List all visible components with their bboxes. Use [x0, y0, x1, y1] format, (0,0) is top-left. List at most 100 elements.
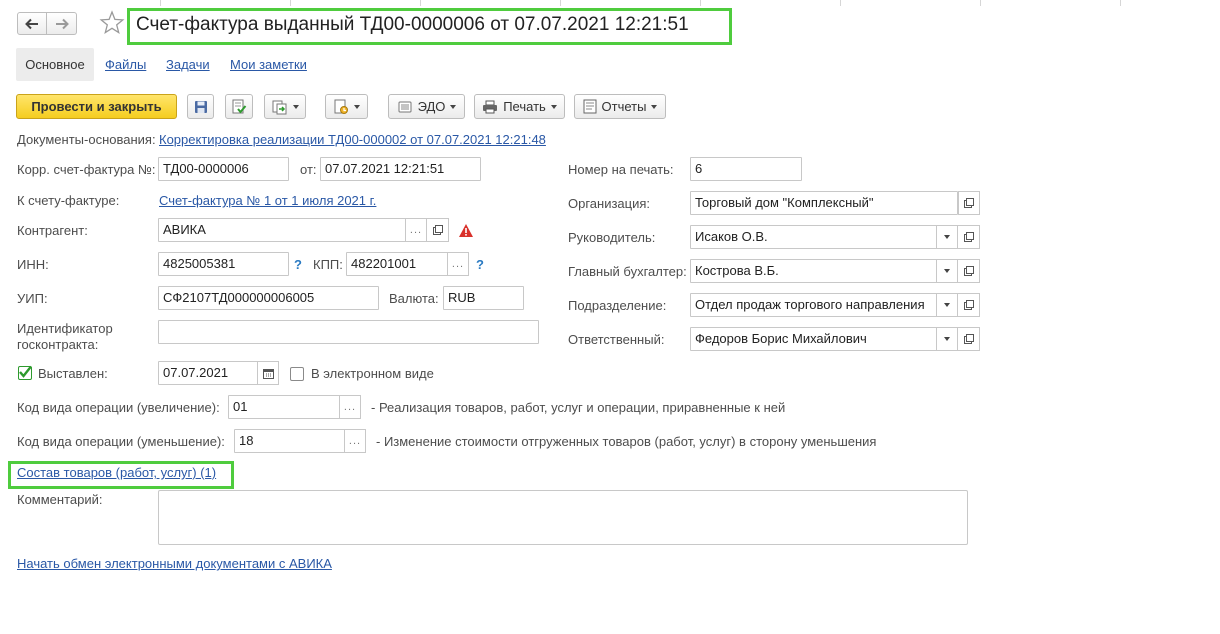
comment-label: Комментарий: — [17, 492, 103, 507]
department-label: Подразделение: — [568, 298, 667, 313]
forward-button[interactable] — [47, 12, 77, 35]
page-title: Счет-фактура выданный ТД00-0000006 от 07… — [136, 14, 689, 35]
op-code-inc-description: - Реализация товаров, работ, услуг и опе… — [371, 400, 786, 415]
tab-files[interactable]: Файлы — [105, 57, 146, 72]
contract-id-label-line2: госконтракта: — [17, 337, 99, 352]
op-code-dec-label: Код вида операции (уменьшение): — [17, 434, 225, 449]
back-button[interactable] — [17, 12, 47, 35]
tab-notes[interactable]: Мои заметки — [230, 57, 307, 72]
printer-icon — [483, 100, 498, 113]
checkmark-icon — [19, 365, 32, 378]
manager-field[interactable]: Исаков О.В. — [690, 225, 937, 249]
department-field[interactable]: Отдел продаж торгового направления — [690, 293, 937, 317]
inn-field[interactable]: 4825005381 — [158, 252, 289, 276]
open-icon — [432, 225, 443, 235]
manager-dropdown-button[interactable] — [936, 225, 958, 249]
post-and-close-button[interactable]: Провести и закрыть — [16, 94, 177, 119]
department-open-button[interactable] — [958, 293, 980, 317]
ellipsis-icon: ... — [409, 224, 423, 236]
op-code-inc-field[interactable]: 01 — [228, 395, 340, 419]
electronic-checkbox[interactable] — [290, 367, 304, 381]
edo-label: ЭДО — [417, 99, 446, 114]
accountant-label: Главный бухгалтер: — [568, 264, 687, 279]
contract-id-label-line1: Идентификатор — [17, 321, 113, 336]
contract-id-field[interactable] — [158, 320, 539, 344]
reports-button[interactable]: Отчеты — [574, 94, 666, 119]
warning-icon — [459, 224, 473, 237]
top-strip — [0, 0, 1220, 8]
inn-help-icon[interactable]: ? — [294, 257, 302, 272]
counterparty-label: Контрагент: — [17, 223, 88, 238]
arrow-right-icon — [55, 18, 69, 29]
arrow-left-icon — [25, 18, 38, 29]
goods-list-link[interactable]: Состав товаров (работ, услуг) (1) — [17, 465, 216, 480]
currency-field[interactable]: RUB — [443, 286, 524, 310]
responsible-field[interactable]: Федоров Борис Михайлович — [690, 327, 937, 351]
accountant-open-button[interactable] — [958, 259, 980, 283]
chevron-down-icon — [944, 337, 950, 341]
kpp-field[interactable]: 482201001 — [346, 252, 448, 276]
title-highlight: Счет-фактура выданный ТД00-0000006 от 07… — [127, 8, 732, 45]
chevron-down-icon — [944, 269, 950, 273]
chevron-down-icon — [944, 303, 950, 307]
save-icon — [194, 100, 207, 113]
create-based-on-button[interactable] — [264, 94, 306, 119]
corr-invoice-label: Корр. счет-фактура №: — [17, 162, 156, 177]
create-based-icon — [272, 100, 286, 114]
issued-date-field[interactable]: 07.07.2021 — [158, 361, 258, 385]
to-invoice-label: К счету-фактуре: — [17, 193, 120, 208]
issued-label: Выставлен: — [38, 366, 108, 381]
op-code-dec-field[interactable]: 18 — [234, 429, 345, 453]
open-icon — [963, 300, 974, 310]
open-icon — [963, 232, 974, 242]
op-code-inc-select-button[interactable]: ... — [339, 395, 361, 419]
op-code-dec-select-button[interactable]: ... — [344, 429, 366, 453]
calendar-button[interactable] — [257, 361, 279, 385]
base-docs-label: Документы-основания: — [17, 132, 156, 147]
favorite-star-icon[interactable] — [98, 9, 126, 37]
accountant-dropdown-button[interactable] — [936, 259, 958, 283]
responsible-open-button[interactable] — [958, 327, 980, 351]
post-button[interactable] — [225, 94, 253, 119]
electronic-label: В электронном виде — [311, 366, 434, 381]
kpp-label: КПП: — [313, 257, 343, 272]
base-docs-link[interactable]: Корректировка реализации ТД00-000002 от … — [159, 132, 546, 147]
counterparty-select-button[interactable]: ... — [405, 218, 427, 242]
open-icon — [963, 334, 974, 344]
chevron-down-icon — [651, 104, 658, 109]
tab-tasks[interactable]: Задачи — [166, 57, 210, 72]
counterparty-open-button[interactable] — [427, 218, 449, 242]
edo-button[interactable]: ЭДО — [388, 94, 465, 119]
document-structure-icon — [334, 99, 348, 114]
save-button[interactable] — [187, 94, 214, 119]
print-number-field[interactable]: 6 — [690, 157, 802, 181]
org-field[interactable]: Торговый дом "Комплексный" — [690, 191, 958, 215]
kpp-help-icon[interactable]: ? — [476, 257, 484, 272]
to-invoice-link[interactable]: Счет-фактура № 1 от 1 июля 2021 г. — [159, 193, 376, 208]
print-button[interactable]: Печать — [474, 94, 565, 119]
accountant-field[interactable]: Кострова В.Б. — [690, 259, 937, 283]
uip-field[interactable]: СФ2107ТД000000006005 — [158, 286, 379, 310]
ellipsis-icon: ... — [343, 401, 357, 413]
chevron-down-icon — [292, 104, 299, 109]
department-dropdown-button[interactable] — [936, 293, 958, 317]
chevron-down-icon — [550, 104, 557, 109]
org-open-button[interactable] — [958, 191, 980, 215]
responsible-dropdown-button[interactable] — [936, 327, 958, 351]
start-exchange-link[interactable]: Начать обмен электронными документами с … — [17, 556, 332, 571]
chevron-down-icon — [944, 235, 950, 239]
edo-icon — [398, 101, 412, 112]
corr-invoice-date-field[interactable]: 07.07.2021 12:21:51 — [320, 157, 481, 181]
comment-field[interactable] — [158, 490, 968, 545]
issued-checkbox[interactable] — [18, 365, 32, 380]
post-document-icon — [232, 99, 247, 114]
kpp-select-button[interactable]: ... — [447, 252, 469, 276]
corr-invoice-number-field[interactable]: ТД00-0000006 — [158, 157, 289, 181]
counterparty-field[interactable]: АВИКА — [158, 218, 406, 242]
ellipsis-icon: ... — [348, 435, 362, 447]
op-code-dec-description: - Изменение стоимости отгруженных товаро… — [376, 434, 877, 449]
related-documents-button[interactable] — [325, 94, 368, 119]
chevron-down-icon — [450, 104, 457, 109]
tab-main[interactable]: Основное — [16, 48, 94, 81]
manager-open-button[interactable] — [958, 225, 980, 249]
